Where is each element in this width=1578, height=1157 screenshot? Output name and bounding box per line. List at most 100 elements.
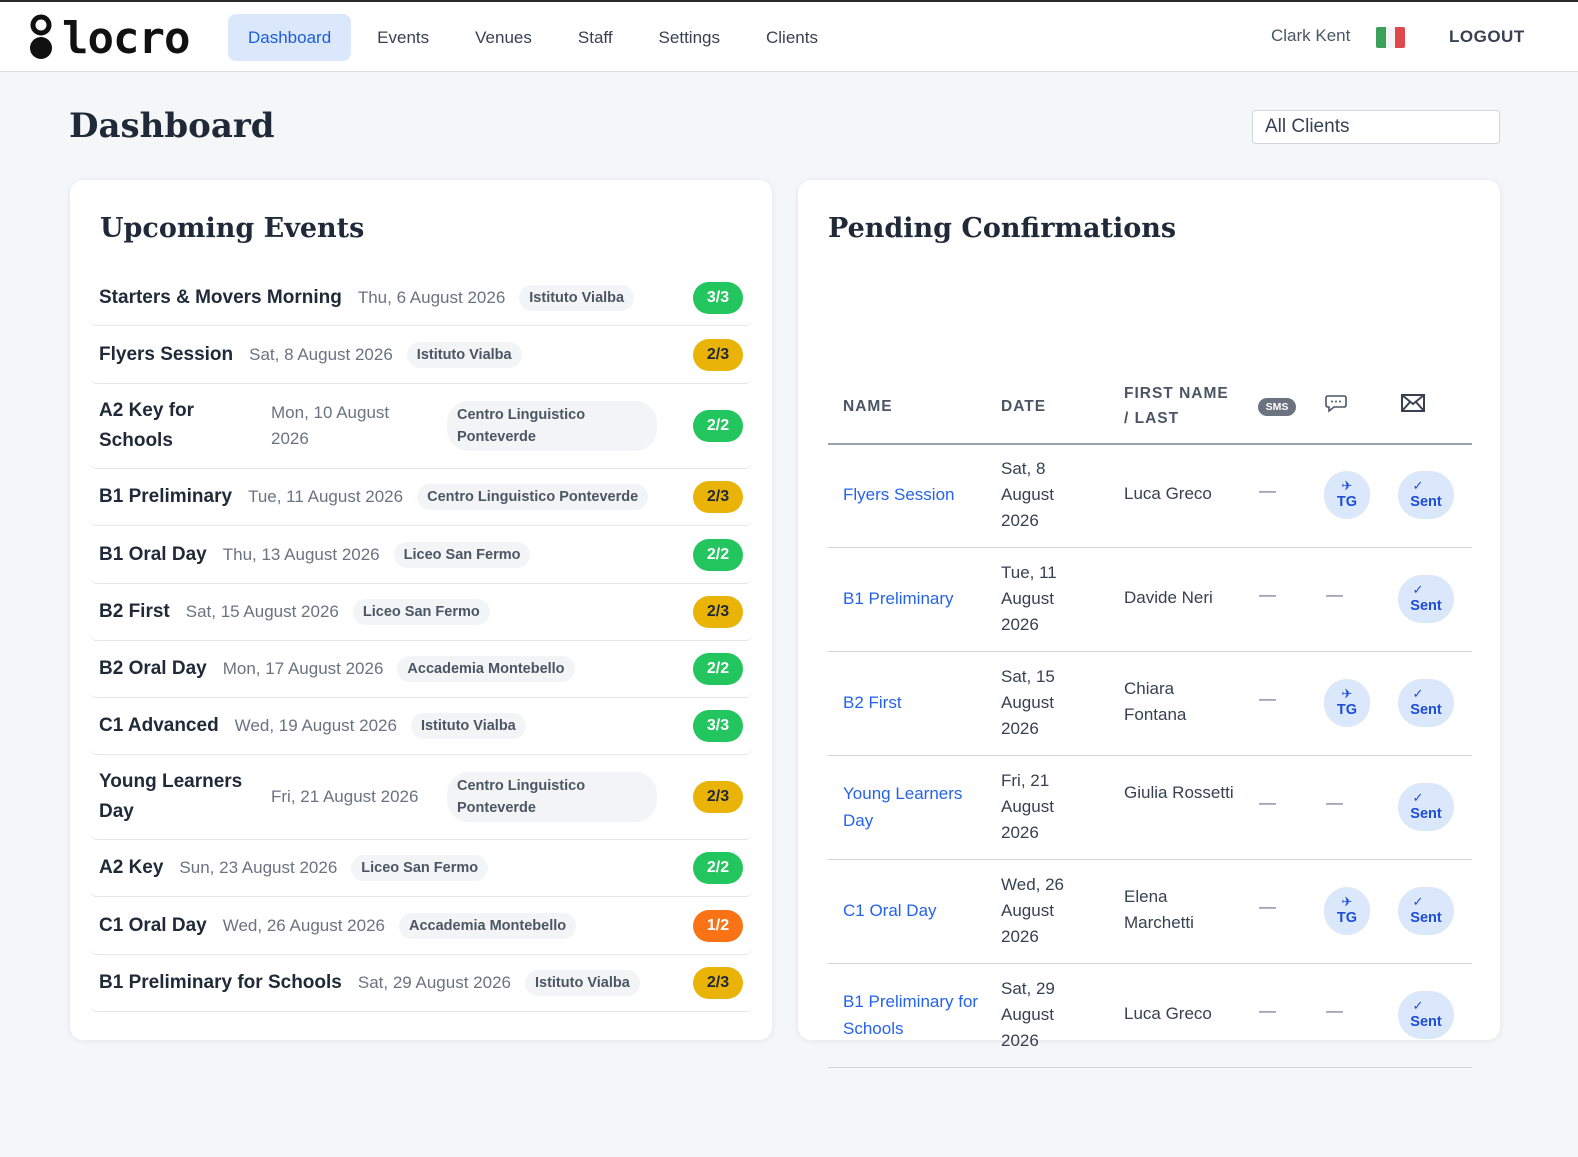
col-header-name[interactable]: NAME [843,394,893,419]
flag-white-stripe [1385,27,1396,48]
email-status-button[interactable]: ✓ Sent [1398,575,1454,623]
email-sent-label: Sent [1410,1014,1442,1030]
event-date: Wed, 26 August 2026 [222,915,385,935]
nav-venues[interactable]: Venues [455,14,552,61]
email-sent-label: Sent [1410,702,1442,718]
event-name[interactable]: B2 Oral Day [89,658,207,680]
nav-staff[interactable]: Staff [558,14,633,61]
event-name[interactable]: B1 Preliminary for Schools [89,972,342,994]
event-name[interactable]: A2 Key for Schools [89,396,261,456]
check-icon: ✓ [1412,790,1424,805]
sms-status: — [1259,689,1276,708]
upcoming-events-title: Upcoming Events [100,213,365,244]
nav-dashboard[interactable]: Dashboard [228,14,352,61]
staffing-badge: 3/3 [693,710,743,742]
event-row[interactable]: Starters & Movers Morning Thu, 6 August 2… [89,270,753,326]
event-venue-chip: Liceo San Fermo [351,855,489,881]
event-date: Tue, 11 August 2026 [1001,563,1057,634]
telegram-status: — [1326,585,1343,604]
pending-confirmations-title: Pending Confirmations [828,213,1177,244]
event-row[interactable]: B1 Preliminary for Schools Sat, 29 August… [89,955,753,1012]
event-name[interactable]: Flyers Session [89,344,233,366]
logout-button[interactable]: LOGOUT [1449,27,1525,47]
event-row[interactable]: B2 First Sat, 15 August 2026 Liceo San Fer… [89,584,753,641]
telegram-plane-icon: ✈ [1341,894,1353,909]
event-link[interactable]: Young Learners Day [843,780,983,834]
email-status-button[interactable]: ✓ Sent [1398,887,1454,935]
logo-text: locro [62,12,190,64]
staffing-badge: 2/3 [693,781,743,813]
locro-logo[interactable]: locro [28,12,190,64]
email-status-button[interactable]: ✓ Sent [1398,783,1454,831]
event-venue-chip: Accademia Montebello [399,912,577,939]
page-title: Dashboard [69,106,275,146]
event-name[interactable]: Starters & Movers Morning [89,287,342,309]
event-name[interactable]: A2 Key [89,857,163,879]
event-date: Thu, 6 August 2026 [357,287,506,307]
nav-events[interactable]: Events [357,14,449,61]
event-date: Sun, 23 August 2026 [179,858,338,877]
email-status-button[interactable]: ✓ Sent [1398,679,1454,727]
staffing-badge: 2/2 [693,852,743,884]
email-sent-label: Sent [1410,494,1442,510]
event-row[interactable]: Young Learners Day Fri, 21 August 2026 Cen… [89,755,753,840]
table-row: B1 Preliminary Tue, 11 August 2026 Davide … [828,548,1472,652]
staff-name: Giulia Rossetti [1124,783,1234,802]
client-filter-select[interactable]: All Clients [1252,110,1500,144]
check-icon: ✓ [1412,894,1424,909]
event-venue-chip: Istituto Vialba [406,341,522,368]
main-nav: Dashboard Events Venues Staff Settings C… [228,14,842,61]
user-name[interactable]: Clark Kent [1271,26,1350,46]
staffing-badge: 1/2 [693,909,743,942]
email-status-button[interactable]: ✓ Sent [1398,471,1454,519]
telegram-status-button[interactable]: ✈ TG [1324,471,1370,519]
event-name[interactable]: C1 Oral Day [89,915,207,937]
staffing-badge: 2/3 [693,967,743,999]
sms-status: — [1259,897,1276,916]
event-row[interactable]: B1 Oral Day Thu, 13 August 2026 Liceo San … [89,526,753,584]
event-date: Sat, 29 August 2026 [1001,979,1055,1050]
email-status-button[interactable]: ✓ Sent [1398,991,1454,1039]
event-name[interactable]: B1 Oral Day [89,544,207,566]
top-navigation-bar: locro Dashboard Events Venues Staff Sett… [0,0,1578,72]
event-row[interactable]: C1 Advanced Wed, 19 August 2026 Istituto V… [89,698,753,755]
staff-name: Elena Marchetti [1124,887,1194,932]
col-header-date[interactable]: DATE [1001,394,1046,419]
telegram-label: TG [1336,910,1358,926]
event-row[interactable]: B1 Preliminary Tue, 11 August 2026 Centro … [89,469,753,526]
col-header-person[interactable]: FIRST NAME / LAST [1124,381,1234,431]
event-link[interactable]: C1 Oral Day [843,897,983,924]
event-name[interactable]: C1 Advanced [89,715,219,737]
event-name[interactable]: B2 First [89,601,170,623]
event-name[interactable]: Young Learners Day [89,767,261,827]
telegram-label: TG [1336,494,1358,510]
event-row[interactable]: B2 Oral Day Mon, 17 August 2026 Accademia … [89,641,753,698]
telegram-plane-icon: ✈ [1341,478,1353,493]
event-row[interactable]: C1 Oral Day Wed, 26 August 2026 Accademia … [89,897,753,955]
table-row: C1 Oral Day Wed, 26 August 2026 Elena Marc… [828,860,1472,964]
sms-header-badge: SMS [1258,398,1296,416]
event-row[interactable]: A2 Key Sun, 23 August 2026 Liceo San Fermo… [89,840,753,897]
event-row[interactable]: A2 Key for Schools Mon, 10 August 2026 Cen… [89,384,753,469]
event-venue-chip: Liceo San Fermo [352,599,490,625]
telegram-status-button[interactable]: ✈ TG [1324,887,1370,935]
check-icon: ✓ [1412,686,1424,701]
event-date: Fri, 21 August 2026 [1001,771,1054,842]
event-link[interactable]: B2 First [843,689,983,716]
event-date: Mon, 17 August 2026 [222,659,384,678]
event-row[interactable]: Flyers Session Sat, 8 August 2026 Istituto… [89,326,753,384]
telegram-plane-icon: ✈ [1341,686,1353,701]
italy-flag-icon[interactable] [1376,27,1405,48]
nav-clients[interactable]: Clients [746,14,838,61]
event-link[interactable]: Flyers Session [843,481,983,508]
staffing-badge: 3/3 [693,281,743,314]
nav-settings[interactable]: Settings [639,14,740,61]
event-link[interactable]: B1 Preliminary for Schools [843,988,983,1042]
event-name[interactable]: B1 Preliminary [89,486,232,508]
event-date: Sat, 8 August 2026 [1001,459,1054,530]
table-row: Flyers Session Sat, 8 August 2026 Luca Gre… [828,444,1472,548]
staff-name: Luca Greco [1124,1004,1212,1023]
table-row: B2 First Sat, 15 August 2026 Chiara Fontan… [828,652,1472,756]
telegram-status-button[interactable]: ✈ TG [1324,679,1370,727]
event-link[interactable]: B1 Preliminary [843,585,983,612]
